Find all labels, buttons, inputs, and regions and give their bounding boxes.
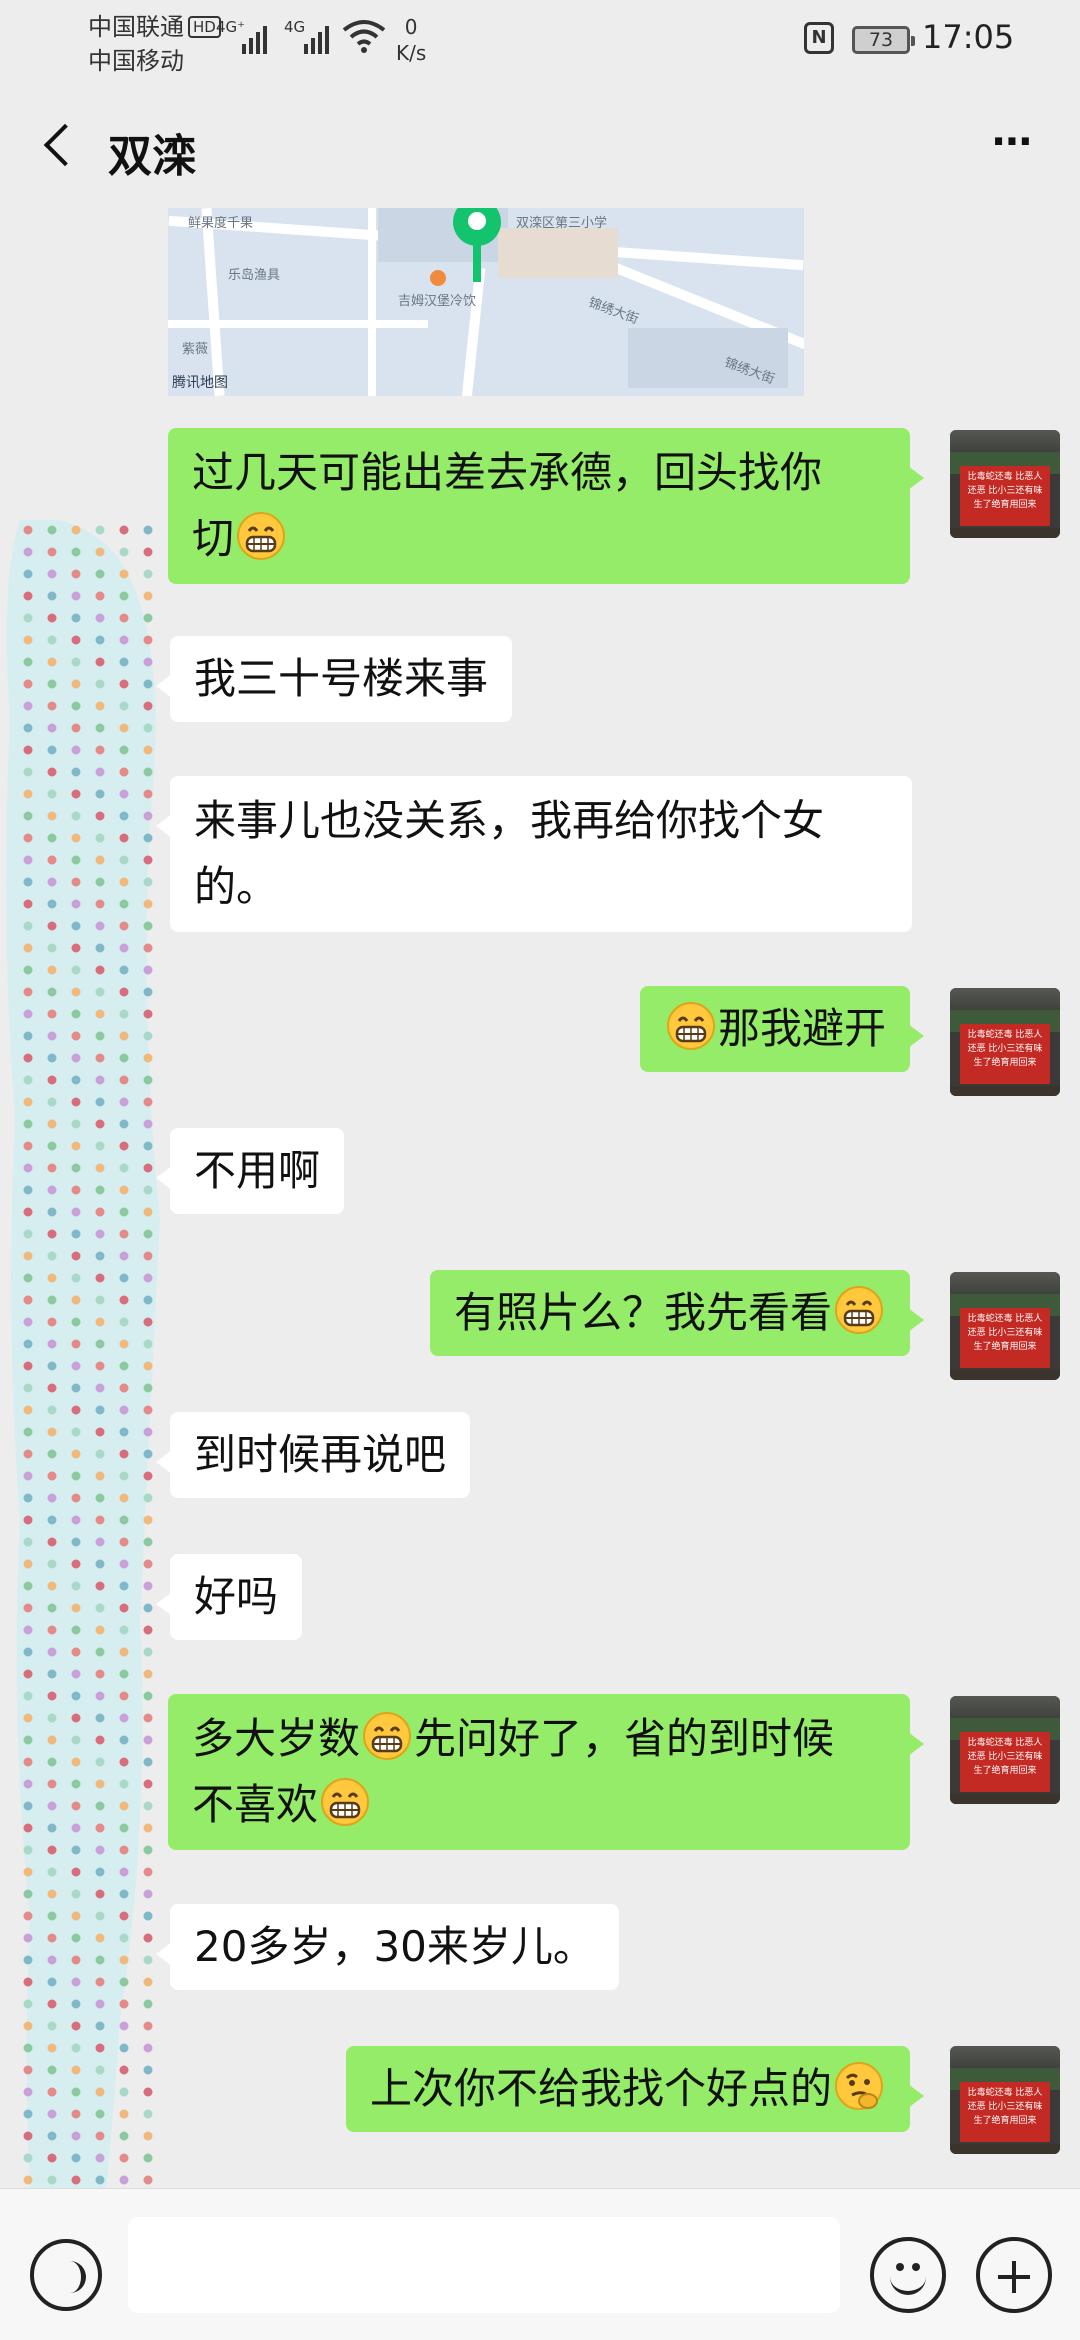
message-text: 我三十号楼来事 <box>194 654 489 703</box>
message-bubble-outgoing[interactable]: 多大岁数 先问好了，省的到时候 不喜欢 <box>168 1694 924 1850</box>
message-text: 多大岁数 <box>192 1714 361 1763</box>
avatar-banner-text: 比毒蛇还毒 比恶人还恶 比小三还有味 生了绝育用回来 <box>960 2082 1050 2142</box>
message-text: 那我避开 <box>717 1004 886 1053</box>
message-bubble-outgoing[interactable]: 上次你不给我找个好点的 <box>345 2046 925 2132</box>
grin-emoji-icon <box>834 1285 884 1335</box>
message-bubble-incoming[interactable]: 到时候再说吧 <box>155 1412 471 1498</box>
message-text: 20多岁，30来岁儿。 <box>194 1922 595 1971</box>
voice-input-button[interactable] <box>30 2239 102 2311</box>
message-line: 的。 <box>194 862 279 911</box>
map-pin-stem <box>473 238 481 282</box>
my-avatar[interactable]: 比毒蛇还毒 比恶人还恶 比小三还有味 生了绝育用回来 <box>950 988 1060 1096</box>
more-actions-button[interactable] <box>976 2237 1052 2313</box>
message-bubble-incoming[interactable]: 来事儿也没关系，我再给你找个女 的。 <box>156 776 912 932</box>
message-bubble-incoming[interactable]: 不用啊 <box>155 1128 345 1214</box>
network-speed-unit: K/s <box>396 41 427 65</box>
signal-2-icon <box>304 22 334 54</box>
message-text: 好吗 <box>194 1572 279 1621</box>
voice-icon <box>58 2261 86 2293</box>
nfc-icon: N <box>804 22 834 54</box>
map-label: 锦绣大街 <box>586 295 641 328</box>
signal-2-label: 4G <box>284 18 306 36</box>
avatar-banner-text: 比毒蛇还毒 比恶人还恶 比小三还有味 生了绝育用回来 <box>960 1732 1050 1792</box>
message-line: 来事儿也没关系，我再给你找个女 <box>194 796 825 845</box>
message-text: 有照片么？我先看看 <box>453 1288 832 1337</box>
map-label: 鲜果度千果 <box>188 216 254 231</box>
location-map-card[interactable]: 鲜果度千果 乐岛渔具 吉姆汉堡冷饮 双滦区第三小学 锦绣大街 锦绣大街 紫薇 腾… <box>168 208 804 396</box>
grin-emoji-icon <box>666 1001 716 1051</box>
message-line: 过几天可能出差去承德，回头找你 <box>192 448 823 497</box>
message-text: 先问好了，省的到时候 <box>414 1714 835 1763</box>
carrier-2: 中国移动 <box>88 47 184 75</box>
signal-1-label: 4G⁺ <box>216 18 246 36</box>
my-avatar[interactable]: 比毒蛇还毒 比恶人还恶 比小三还有味 生了绝育用回来 <box>950 2046 1060 2154</box>
message-bubble-outgoing[interactable]: 那我避开 <box>639 986 925 1072</box>
avatar-banner-text: 比毒蛇还毒 比恶人还恶 比小三还有味 生了绝育用回来 <box>960 466 1050 526</box>
message-input[interactable] <box>128 2217 840 2313</box>
message-text: 不喜欢 <box>192 1780 319 1829</box>
map-label: 乐岛渔具 <box>228 268 281 283</box>
smiley-icon <box>896 2263 904 2271</box>
my-avatar[interactable]: 比毒蛇还毒 比恶人还恶 比小三还有味 生了绝育用回来 <box>950 1696 1060 1804</box>
poi-marker-icon <box>430 270 446 286</box>
status-bar: 中国联通 HD 中国移动 4G⁺ 4G 0 K/s N 73 17:05 <box>0 0 1080 84</box>
input-bar <box>0 2188 1080 2340</box>
message-bubble-outgoing[interactable]: 有照片么？我先看看 <box>429 1270 925 1356</box>
thinking-emoji-icon <box>834 2061 884 2111</box>
battery-indicator: 73 <box>852 26 915 54</box>
message-text: 不用啊 <box>194 1146 321 1195</box>
carrier-1: 中国联通 <box>88 13 184 41</box>
avatar-banner-text: 比毒蛇还毒 比恶人还恶 比小三还有味 生了绝育用回来 <box>960 1308 1050 1368</box>
message-text: 到时候再说吧 <box>194 1430 447 1479</box>
chat-title: 双滦 <box>108 131 196 182</box>
message-bubble-incoming[interactable]: 20多岁，30来岁儿。 <box>156 1904 619 1990</box>
emoji-button[interactable] <box>870 2237 946 2313</box>
message-line: 切 <box>192 514 235 563</box>
grin-emoji-icon <box>320 1777 370 1827</box>
map-provider-logo: 腾讯地图 <box>172 375 228 391</box>
network-speed-value: 0 <box>404 15 418 39</box>
more-options-button[interactable]: ⋯ <box>980 122 1050 168</box>
my-avatar[interactable]: 比毒蛇还毒 比恶人还恶 比小三还有味 生了绝育用回来 <box>950 430 1060 538</box>
chevron-left-icon <box>43 123 87 167</box>
message-bubble-incoming[interactable]: 我三十号楼来事 <box>155 636 513 722</box>
grin-emoji-icon <box>236 511 286 561</box>
back-button[interactable] <box>30 114 87 178</box>
map-label: 紫薇 <box>182 342 209 357</box>
avatar-banner-text: 比毒蛇还毒 比恶人还恶 比小三还有味 生了绝育用回来 <box>960 1024 1050 1084</box>
my-avatar[interactable]: 比毒蛇还毒 比恶人还恶 比小三还有味 生了绝育用回来 <box>950 1272 1060 1380</box>
privacy-cover-sticker <box>6 520 160 2340</box>
message-text: 上次你不给我找个好点的 <box>369 2064 832 2113</box>
network-speed: 0 K/s <box>396 14 426 66</box>
map-label: 吉姆汉堡冷饮 <box>398 294 477 309</box>
chat-header: 双滦 ⋯ <box>0 84 1080 208</box>
message-bubble-incoming[interactable]: 好吗 <box>155 1554 303 1640</box>
grin-emoji-icon <box>362 1711 412 1761</box>
signal-1-icon <box>242 22 272 54</box>
carrier-info: 中国联通 HD 中国移动 <box>88 10 221 78</box>
map-label: 双滦区第三小学 <box>516 216 608 231</box>
message-bubble-outgoing[interactable]: 过几天可能出差去承德，回头找你 切 <box>168 428 924 584</box>
status-time: 17:05 <box>922 18 1015 56</box>
wifi-icon <box>342 20 386 53</box>
